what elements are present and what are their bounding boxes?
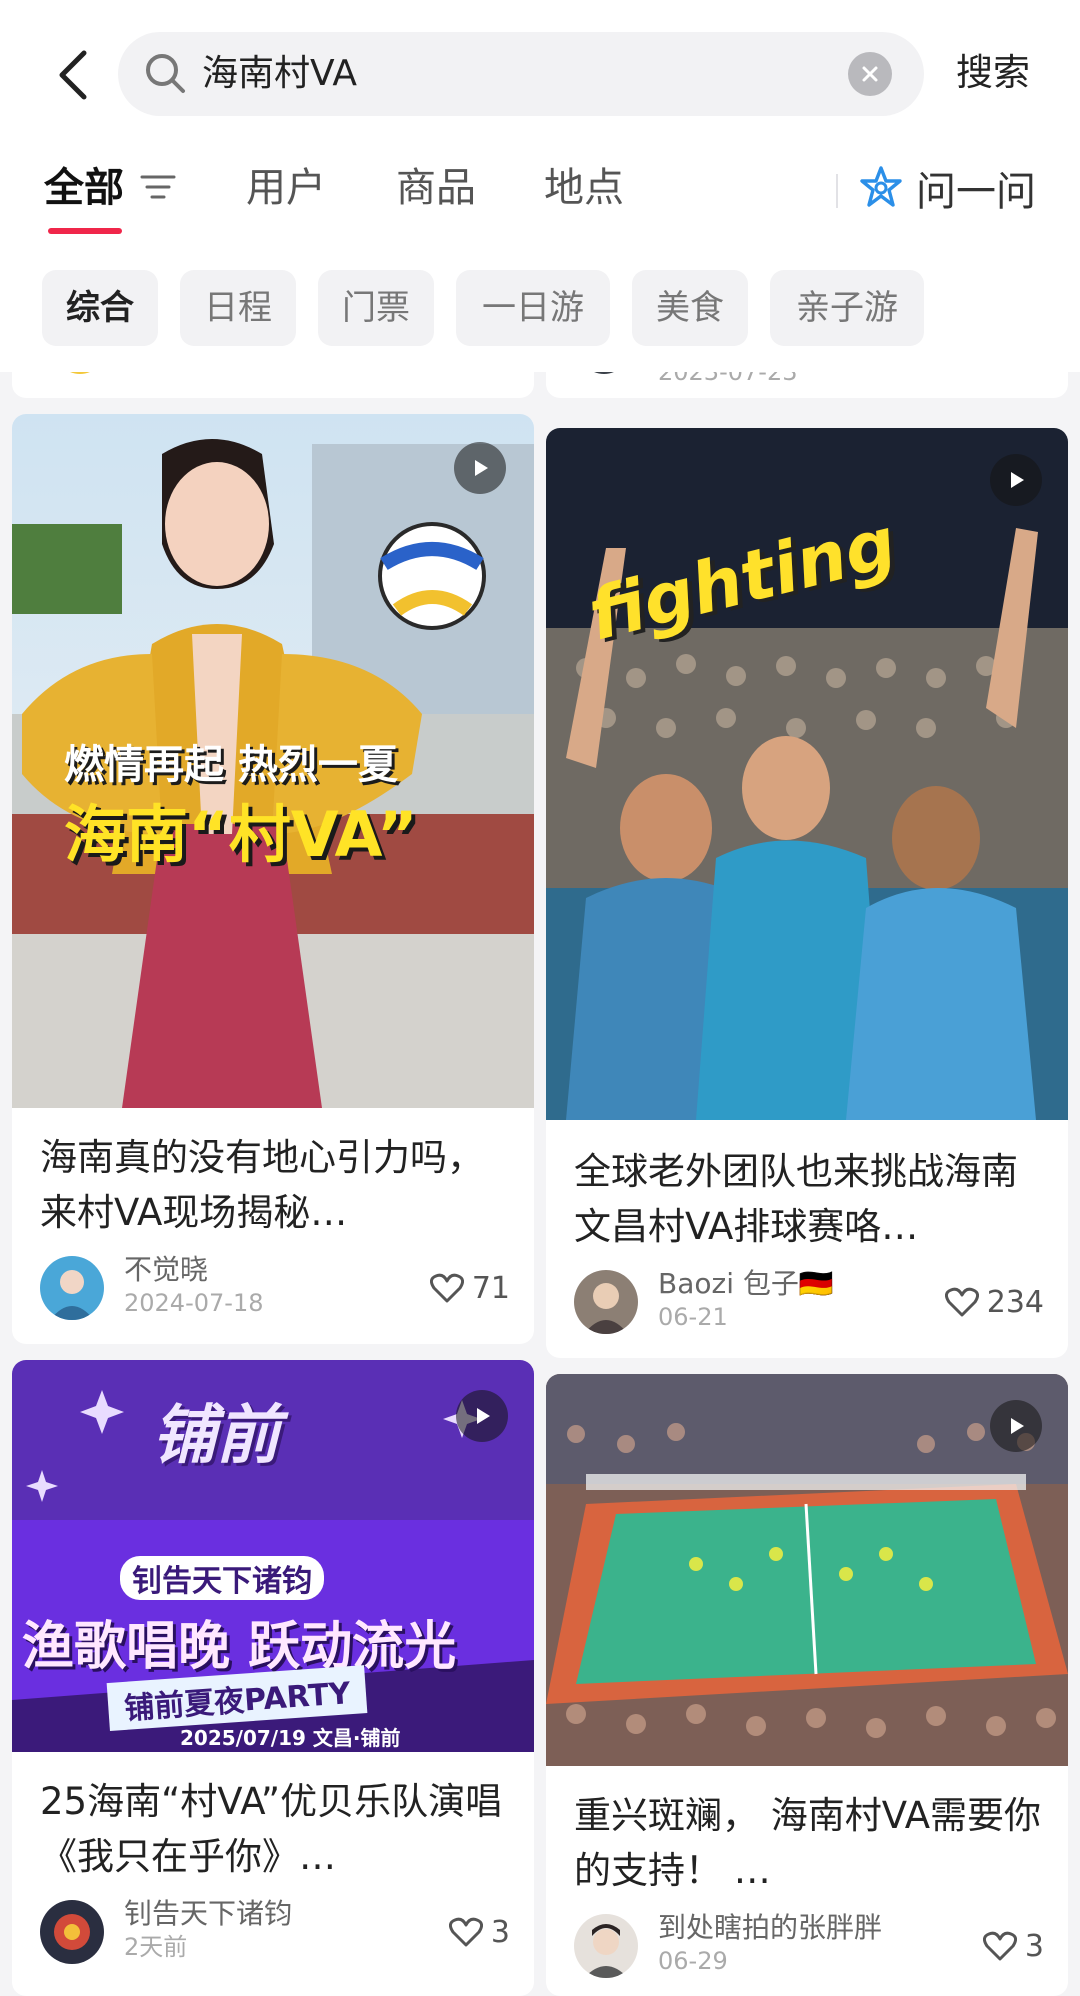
like-button[interactable]: 3 xyxy=(982,1926,1044,1966)
cover-illustration xyxy=(546,1374,1068,1766)
cover-image: 燃情再起 热烈一夏 海南“村VA” xyxy=(12,414,534,1108)
filter-icon[interactable] xyxy=(140,172,176,204)
avatar xyxy=(574,1914,638,1978)
author-name: Baozi 包子🇩🇪 xyxy=(658,1267,834,1300)
post-date: 2024-07-18 xyxy=(124,1289,264,1317)
post-date: 06-21 xyxy=(658,1303,728,1331)
like-count: 234 xyxy=(986,1284,1044,1320)
author-name: 到处瞎拍的张胖胖 xyxy=(658,1911,883,1944)
video-badge xyxy=(456,1390,508,1442)
like-count: 71 xyxy=(471,1270,510,1306)
note-title: 重兴斑斓， 海南村VA需要你的支持！ … xyxy=(574,1794,1042,1892)
close-icon xyxy=(862,66,878,82)
tab-all[interactable]: 全部 xyxy=(44,158,124,218)
like-count: 3 xyxy=(490,1914,510,1950)
chip-family-trip[interactable]: 亲子游 xyxy=(770,270,924,346)
video-badge xyxy=(990,454,1042,506)
cover-image xyxy=(546,1374,1068,1766)
author-name: 不觉晓 xyxy=(124,1253,209,1286)
avatar xyxy=(574,1270,638,1334)
heart-icon xyxy=(944,1287,979,1317)
cover-headline: 渔歌唱晚 跃动流光 xyxy=(22,1617,457,1677)
active-tab-indicator xyxy=(48,228,122,234)
cover-logo: 铺前 xyxy=(152,1399,280,1473)
author-name: 钊告天下诸钧 xyxy=(124,1897,293,1930)
author-row[interactable]: Baozi 包子🇩🇪 06-21 234 xyxy=(574,1267,1044,1336)
cover-footnote: 2025/07/19 文昌·铺前 xyxy=(180,1726,401,1750)
author-row[interactable]: 不觉晓 2024-07-18 71 xyxy=(40,1253,510,1322)
note-card[interactable]: fighting 全球老外团队也来挑战海南文昌村VA排球赛咯… Baozi 包子… xyxy=(546,428,1068,1358)
search-submit-button[interactable]: 搜索 xyxy=(956,38,1030,108)
cover-image: fighting xyxy=(546,428,1068,1120)
back-button[interactable] xyxy=(38,40,108,110)
play-icon xyxy=(477,1408,490,1424)
heart-icon xyxy=(982,1931,1017,1961)
play-icon xyxy=(1011,1418,1024,1434)
tab-products[interactable]: 商品 xyxy=(396,158,476,218)
play-icon xyxy=(475,460,488,476)
note-card[interactable]: 重兴斑斓， 海南村VA需要你的支持！ … 到处瞎拍的张胖胖 06-29 3 xyxy=(546,1374,1068,1996)
cover-caption: 燃情再起 热烈一夏 xyxy=(64,742,398,788)
cover-tag: 钊告天下诸钧 xyxy=(120,1556,324,1600)
heart-icon xyxy=(429,1273,464,1303)
play-icon xyxy=(1011,472,1024,488)
chip-food[interactable]: 美食 xyxy=(632,270,748,346)
ask-button[interactable]: 问一问 xyxy=(858,158,1036,218)
chip-schedule[interactable]: 日程 xyxy=(180,270,296,346)
chip-day-trip[interactable]: 一日游 xyxy=(456,270,610,346)
ask-label: 问一问 xyxy=(916,169,1036,215)
tab-divider xyxy=(836,174,838,208)
post-date: 06-29 xyxy=(658,1947,728,1975)
note-title: 全球老外团队也来挑战海南文昌村VA排球赛咯… xyxy=(574,1150,1018,1248)
avatar xyxy=(40,1256,104,1320)
tab-places[interactable]: 地点 xyxy=(544,158,624,218)
chip-tickets[interactable]: 门票 xyxy=(318,270,434,346)
tab-label: 全部 xyxy=(44,165,124,211)
video-badge xyxy=(990,1400,1042,1452)
search-query[interactable]: 海南村VA xyxy=(202,32,357,116)
cover-headline: 海南“村VA” xyxy=(64,798,418,871)
video-badge xyxy=(454,442,506,494)
author-row[interactable]: 钊告天下诸钧 2天前 3 xyxy=(40,1897,510,1966)
clear-search-button[interactable] xyxy=(848,52,892,96)
note-card[interactable]: 燃情再起 热烈一夏 海南“村VA” 海南真的没有地心引力吗，来村VA现场揭秘… … xyxy=(12,414,534,1344)
chevron-left-icon xyxy=(59,50,87,100)
like-count: 3 xyxy=(1024,1928,1044,1964)
note-card[interactable]: 铺前 钊告天下诸钧 渔歌唱晚 跃动流光 铺前夏夜PARTY 2025/07/19… xyxy=(12,1360,534,1996)
heart-icon xyxy=(448,1917,483,1947)
post-date: 2天前 xyxy=(124,1933,188,1961)
like-button[interactable]: 234 xyxy=(944,1282,1044,1322)
search-icon xyxy=(146,54,185,93)
avatar xyxy=(40,1900,104,1964)
search-input[interactable]: 海南村VA xyxy=(118,32,924,116)
tab-users[interactable]: 用户 xyxy=(246,158,326,218)
ai-star-icon xyxy=(860,166,902,207)
like-button[interactable]: 71 xyxy=(429,1268,510,1308)
like-button[interactable]: 3 xyxy=(448,1912,510,1952)
author-row[interactable]: 到处瞎拍的张胖胖 06-29 3 xyxy=(574,1911,1044,1980)
result-tabs: 全部 用户 商品 地点 问一问 xyxy=(0,150,1080,240)
chip-overall[interactable]: 综合 xyxy=(42,270,158,346)
note-title: 海南真的没有地心引力吗，来村VA现场揭秘… xyxy=(40,1136,484,1234)
note-title: 25海南“村VA”优贝乐队演唱《我只在乎你》… xyxy=(40,1780,503,1878)
cover-image: 铺前 钊告天下诸钧 渔歌唱晚 跃动流光 铺前夏夜PARTY 2025/07/19… xyxy=(12,1360,534,1752)
top-bar: 海南村VA 搜索 全部 用户 商品 地点 问一问 综合 日程 门票 一日游 美食… xyxy=(0,0,1080,372)
